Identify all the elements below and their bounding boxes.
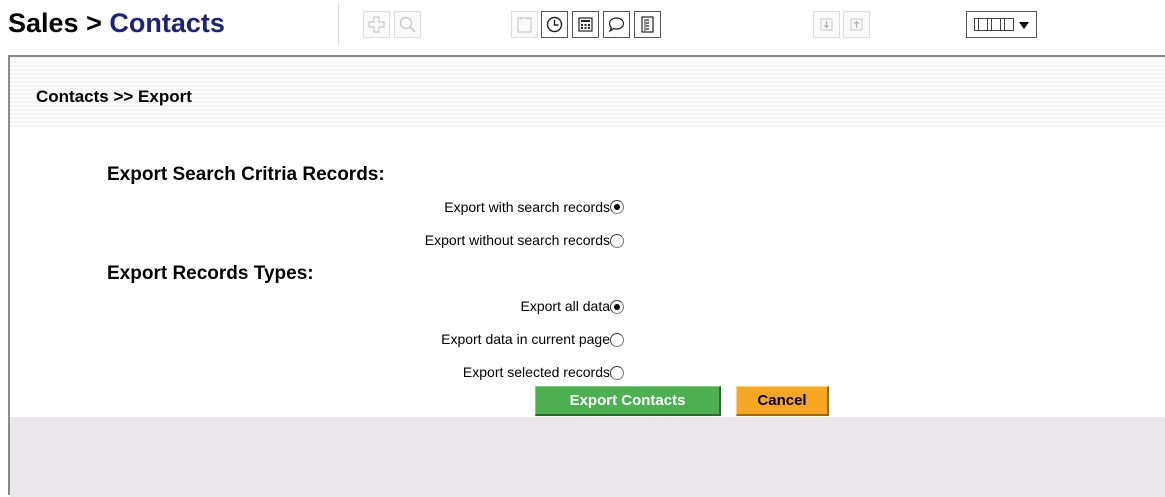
comment-icon	[608, 17, 625, 33]
option-label-without-search: Export without search records	[424, 232, 610, 248]
radio-export-current-page[interactable]	[610, 333, 624, 347]
export-contacts-button[interactable]: Export Contacts	[535, 386, 721, 416]
search-button[interactable]	[394, 11, 421, 38]
radio-with-search-records[interactable]	[610, 200, 624, 214]
radio-without-search-records[interactable]	[610, 234, 624, 248]
title-module: Sales	[8, 8, 79, 38]
option-label-current-page: Export data in current page	[441, 331, 610, 347]
top-bar: Sales > Contacts	[0, 0, 1165, 48]
panel-header: Contacts >> Export	[10, 57, 1165, 129]
chevron-down-icon	[1019, 22, 1029, 29]
title-entity[interactable]: Contacts	[109, 8, 225, 38]
radio-export-all-data[interactable]	[610, 300, 624, 314]
export-panel: Contacts >> Export Export Search Critria…	[8, 55, 1165, 497]
option-label-all-data: Export all data	[520, 298, 611, 314]
calculator-icon	[578, 17, 593, 32]
toolbar-divider	[338, 4, 339, 44]
calculator-button[interactable]	[572, 11, 599, 38]
add-button[interactable]	[363, 11, 390, 38]
option-label-selected-records: Export selected records	[462, 364, 610, 380]
move-down-icon	[820, 18, 833, 31]
page-title: Sales > Contacts	[8, 8, 225, 39]
clock-icon	[546, 16, 563, 33]
schedule-button[interactable]	[541, 11, 568, 38]
radio-export-selected-records[interactable]	[610, 366, 624, 380]
title-separator: >	[78, 8, 110, 38]
move-up-button[interactable]	[843, 11, 870, 38]
move-down-button[interactable]	[813, 11, 840, 38]
document-icon	[641, 16, 654, 33]
cancel-button[interactable]: Cancel	[736, 386, 829, 416]
notes-button[interactable]	[511, 11, 538, 38]
breadcrumb: Contacts >> Export	[36, 87, 192, 106]
option-label-with-search: Export with search records	[444, 199, 610, 215]
action-footer	[10, 417, 1165, 497]
search-icon	[399, 16, 416, 33]
column-view-selector[interactable]	[966, 11, 1037, 38]
comment-button[interactable]	[603, 11, 630, 38]
move-up-icon	[850, 18, 863, 31]
record-types-heading: Export Records Types:	[107, 263, 314, 284]
search-criteria-heading: Export Search Critria Records:	[107, 164, 385, 185]
notes-icon	[517, 17, 532, 33]
document-button[interactable]	[634, 11, 661, 38]
column-view-icon	[974, 18, 1014, 31]
add-icon	[368, 16, 385, 33]
